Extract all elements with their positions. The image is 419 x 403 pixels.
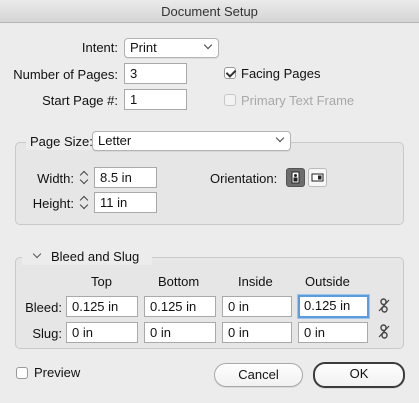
slug-label: Slug: <box>32 326 62 341</box>
landscape-page-icon <box>311 173 324 182</box>
number-of-pages-input[interactable]: 3 <box>124 63 187 84</box>
portrait-orientation-button[interactable] <box>286 168 305 187</box>
number-of-pages-label: Number of Pages: <box>13 67 118 82</box>
intent-value: Print <box>130 40 157 55</box>
broken-chain-link-icon <box>378 298 390 313</box>
start-page-label: Start Page #: <box>42 93 118 108</box>
slug-bottom-input[interactable]: 0 in <box>144 322 216 343</box>
start-page-input[interactable]: 1 <box>124 89 187 110</box>
width-label: Width: <box>37 171 74 186</box>
intent-label: Intent: <box>81 40 118 55</box>
broken-chain-link-icon <box>378 324 390 339</box>
bleed-link-toggle[interactable] <box>378 298 390 313</box>
dialog-title: Document Setup <box>0 0 419 23</box>
portrait-page-icon <box>291 171 300 184</box>
slug-inside-input[interactable]: 0 in <box>222 322 292 343</box>
column-bottom: Bottom <box>158 274 200 289</box>
primary-text-frame-checkbox[interactable] <box>224 94 236 106</box>
bleed-and-slug-header[interactable]: Bleed and Slug <box>22 249 152 265</box>
column-top: Top <box>91 274 112 289</box>
chevron-down-icon <box>203 40 213 50</box>
bleed-and-slug-label: Bleed and Slug <box>51 249 140 264</box>
height-input[interactable]: 11 in <box>94 192 157 213</box>
chevron-down-icon <box>275 133 285 143</box>
disclosure-triangle-icon <box>32 249 42 259</box>
bleed-top-input[interactable]: 0.125 in <box>66 296 138 317</box>
page-size-label: Page Size: <box>26 134 97 150</box>
facing-pages-checkbox[interactable] <box>224 67 236 79</box>
width-input[interactable]: 8.5 in <box>94 167 157 188</box>
page-size-value: Letter <box>98 133 132 148</box>
primary-text-frame-label: Primary Text Frame <box>241 93 355 108</box>
bleed-outside-input[interactable]: 0.125 in <box>298 295 369 318</box>
height-label: Height: <box>32 196 74 211</box>
slug-link-toggle[interactable] <box>378 324 390 339</box>
page-size-select[interactable]: Letter <box>92 131 291 151</box>
slug-outside-input[interactable]: 0 in <box>298 322 368 343</box>
height-stepper[interactable] <box>78 192 92 213</box>
slug-top-input[interactable]: 0 in <box>66 322 138 343</box>
column-outside: Outside <box>305 274 350 289</box>
bleed-inside-input[interactable]: 0 in <box>222 296 292 317</box>
column-inside: Inside <box>238 274 273 289</box>
orientation-label: Orientation: <box>210 171 278 186</box>
ok-button[interactable]: OK <box>313 362 405 388</box>
bleed-label: Bleed: <box>25 300 62 315</box>
landscape-orientation-button[interactable] <box>308 168 327 187</box>
bleed-bottom-input[interactable]: 0.125 in <box>144 296 216 317</box>
width-stepper[interactable] <box>78 167 92 188</box>
cancel-button[interactable]: Cancel <box>214 363 303 387</box>
preview-checkbox[interactable] <box>16 367 28 379</box>
preview-label: Preview <box>34 365 81 380</box>
intent-select[interactable]: Print <box>124 38 219 58</box>
facing-pages-label: Facing Pages <box>241 66 321 81</box>
